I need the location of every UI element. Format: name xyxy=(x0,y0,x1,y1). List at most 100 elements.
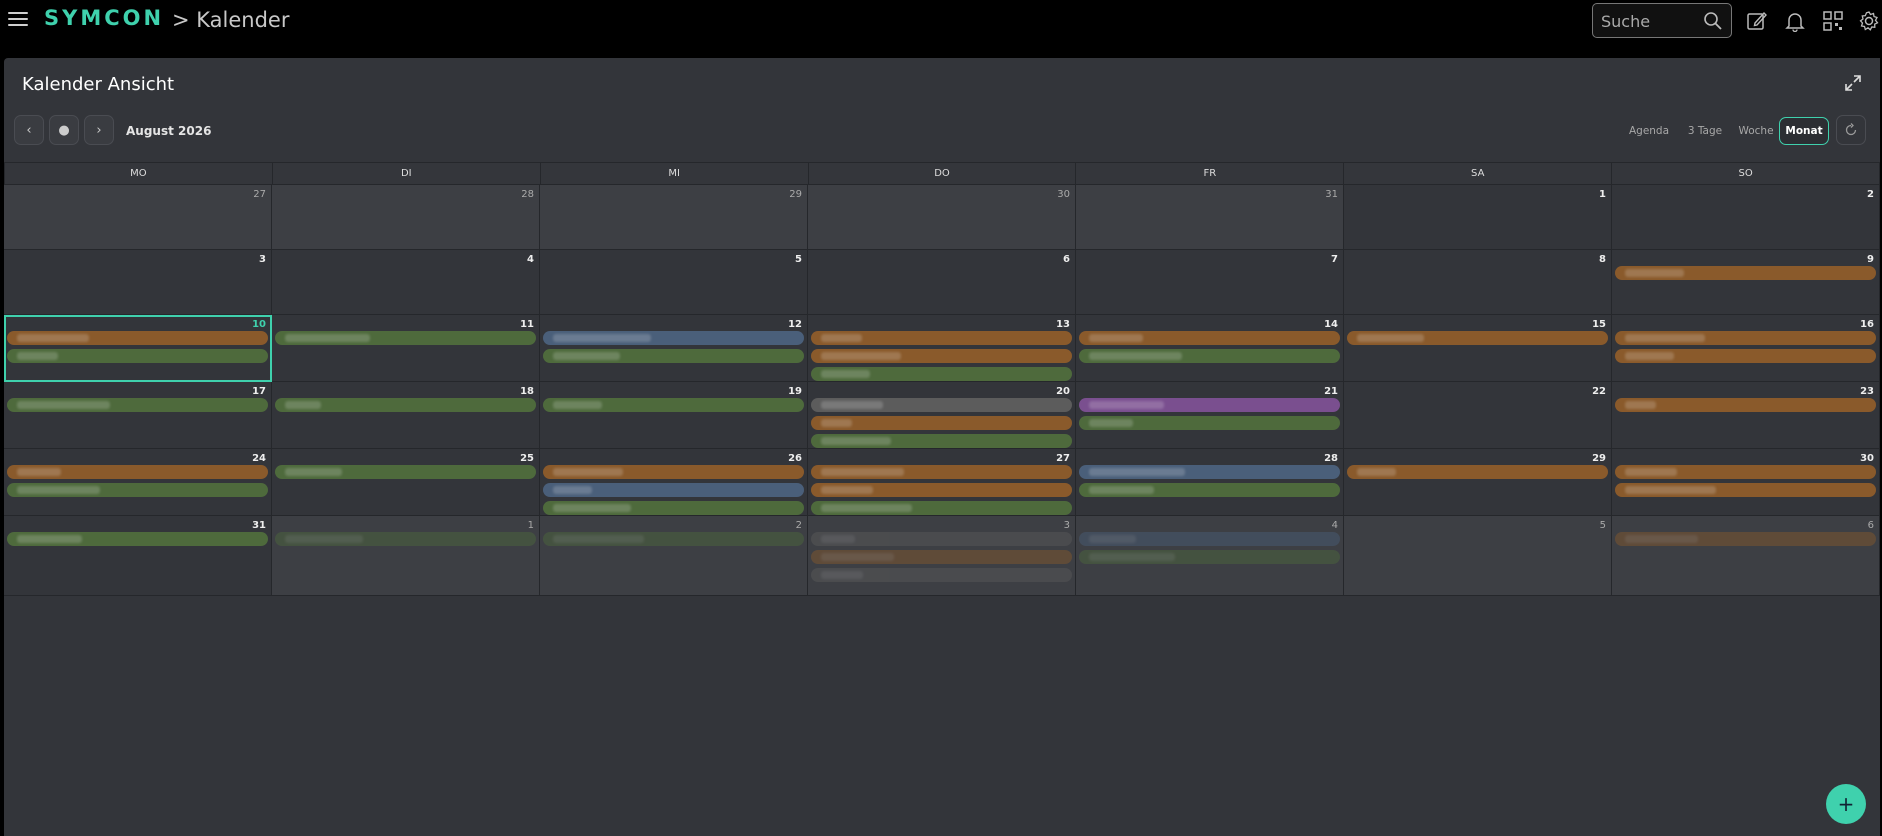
calendar-event[interactable] xyxy=(543,398,804,412)
day-cell[interactable]: 5 xyxy=(1344,516,1612,596)
day-cell[interactable]: 27 xyxy=(808,449,1076,516)
day-cell[interactable]: 6 xyxy=(1612,516,1880,596)
hamburger-icon[interactable] xyxy=(8,10,28,28)
calendar-event[interactable] xyxy=(1079,416,1340,430)
calendar-event[interactable] xyxy=(811,550,1072,564)
view-3days-button[interactable]: 3 Tage xyxy=(1682,117,1728,145)
day-cell[interactable]: 28 xyxy=(1076,449,1344,516)
day-cell[interactable]: 15 xyxy=(1344,315,1612,382)
calendar-event[interactable] xyxy=(1347,465,1608,479)
day-cell[interactable]: 3 xyxy=(4,250,272,315)
brand-logo[interactable]: SYMCON xyxy=(44,6,164,30)
calendar-event[interactable] xyxy=(1079,550,1340,564)
calendar-event[interactable] xyxy=(811,416,1072,430)
calendar-event[interactable] xyxy=(7,483,268,497)
edit-icon[interactable] xyxy=(1746,10,1768,32)
calendar-event[interactable] xyxy=(1615,266,1876,280)
search-box[interactable] xyxy=(1592,3,1732,38)
bell-icon[interactable] xyxy=(1784,10,1806,32)
calendar-event[interactable] xyxy=(543,501,804,515)
day-cell[interactable]: 31 xyxy=(1076,185,1344,250)
refresh-button[interactable] xyxy=(1836,115,1866,145)
calendar-event[interactable] xyxy=(811,331,1072,345)
day-cell[interactable]: 29 xyxy=(1344,449,1612,516)
calendar-event[interactable] xyxy=(1615,331,1876,345)
day-cell[interactable]: 22 xyxy=(1344,382,1612,449)
search-icon[interactable] xyxy=(1703,11,1723,31)
calendar-event[interactable] xyxy=(543,532,804,546)
day-cell[interactable]: 26 xyxy=(540,449,808,516)
calendar-event[interactable] xyxy=(1079,483,1340,497)
day-cell[interactable]: 12 xyxy=(540,315,808,382)
calendar-event[interactable] xyxy=(811,532,1072,546)
calendar-event[interactable] xyxy=(7,349,268,363)
day-cell[interactable]: 27 xyxy=(4,185,272,250)
day-cell[interactable]: 2 xyxy=(1612,185,1880,250)
view-agenda-button[interactable]: Agenda xyxy=(1622,117,1676,145)
calendar-event[interactable] xyxy=(275,331,536,345)
calendar-event[interactable] xyxy=(275,465,536,479)
day-cell[interactable]: 1 xyxy=(272,516,540,596)
calendar-event[interactable] xyxy=(811,398,1072,412)
calendar-event[interactable] xyxy=(543,331,804,345)
day-cell[interactable]: 30 xyxy=(1612,449,1880,516)
day-cell[interactable]: 6 xyxy=(808,250,1076,315)
calendar-event[interactable] xyxy=(1347,331,1608,345)
calendar-event[interactable] xyxy=(811,483,1072,497)
day-cell[interactable]: 19 xyxy=(540,382,808,449)
prev-month-button[interactable]: ‹ xyxy=(14,115,44,145)
day-cell[interactable]: 1 xyxy=(1344,185,1612,250)
day-cell[interactable]: 7 xyxy=(1076,250,1344,315)
day-cell[interactable]: 14 xyxy=(1076,315,1344,382)
view-month-button[interactable]: Monat xyxy=(1779,117,1829,145)
day-cell[interactable]: 2 xyxy=(540,516,808,596)
calendar-event[interactable] xyxy=(1615,532,1876,546)
calendar-event[interactable] xyxy=(7,465,268,479)
day-cell[interactable]: 4 xyxy=(272,250,540,315)
day-cell[interactable]: 28 xyxy=(272,185,540,250)
calendar-event[interactable] xyxy=(275,532,536,546)
today-button[interactable]: ● xyxy=(49,115,79,145)
day-cell[interactable]: 20 xyxy=(808,382,1076,449)
day-cell[interactable]: 9 xyxy=(1612,250,1880,315)
next-month-button[interactable]: › xyxy=(84,115,114,145)
calendar-event[interactable] xyxy=(1615,483,1876,497)
day-cell[interactable]: 11 xyxy=(272,315,540,382)
add-event-button[interactable]: + xyxy=(1826,784,1866,824)
search-input[interactable] xyxy=(1601,10,1701,32)
calendar-event[interactable] xyxy=(811,367,1072,381)
gear-icon[interactable] xyxy=(1858,10,1880,32)
day-cell[interactable]: 16 xyxy=(1612,315,1880,382)
day-cell[interactable]: 23 xyxy=(1612,382,1880,449)
day-cell[interactable]: 25 xyxy=(272,449,540,516)
day-cell[interactable]: 8 xyxy=(1344,250,1612,315)
calendar-event[interactable] xyxy=(1079,398,1340,412)
day-cell[interactable]: 30 xyxy=(808,185,1076,250)
calendar-event[interactable] xyxy=(811,501,1072,515)
calendar-event[interactable] xyxy=(543,465,804,479)
expand-icon[interactable] xyxy=(1844,74,1862,92)
day-cell[interactable]: 31 xyxy=(4,516,272,596)
day-cell[interactable]: 5 xyxy=(540,250,808,315)
calendar-event[interactable] xyxy=(811,568,1072,582)
day-cell[interactable]: 13 xyxy=(808,315,1076,382)
calendar-event[interactable] xyxy=(1615,398,1876,412)
calendar-event[interactable] xyxy=(543,483,804,497)
calendar-event[interactable] xyxy=(1079,465,1340,479)
calendar-event[interactable] xyxy=(1079,349,1340,363)
qr-code-icon[interactable] xyxy=(1822,10,1844,32)
day-cell[interactable]: 4 xyxy=(1076,516,1344,596)
day-cell[interactable]: 29 xyxy=(540,185,808,250)
calendar-event[interactable] xyxy=(811,465,1072,479)
day-cell[interactable]: 18 xyxy=(272,382,540,449)
calendar-event[interactable] xyxy=(811,349,1072,363)
calendar-event[interactable] xyxy=(275,398,536,412)
calendar-event[interactable] xyxy=(543,349,804,363)
day-cell[interactable]: 24 xyxy=(4,449,272,516)
calendar-event[interactable] xyxy=(1615,349,1876,363)
calendar-event[interactable] xyxy=(1079,532,1340,546)
day-cell[interactable]: 3 xyxy=(808,516,1076,596)
day-cell[interactable]: 17 xyxy=(4,382,272,449)
calendar-event[interactable] xyxy=(7,331,268,345)
day-cell[interactable]: 21 xyxy=(1076,382,1344,449)
